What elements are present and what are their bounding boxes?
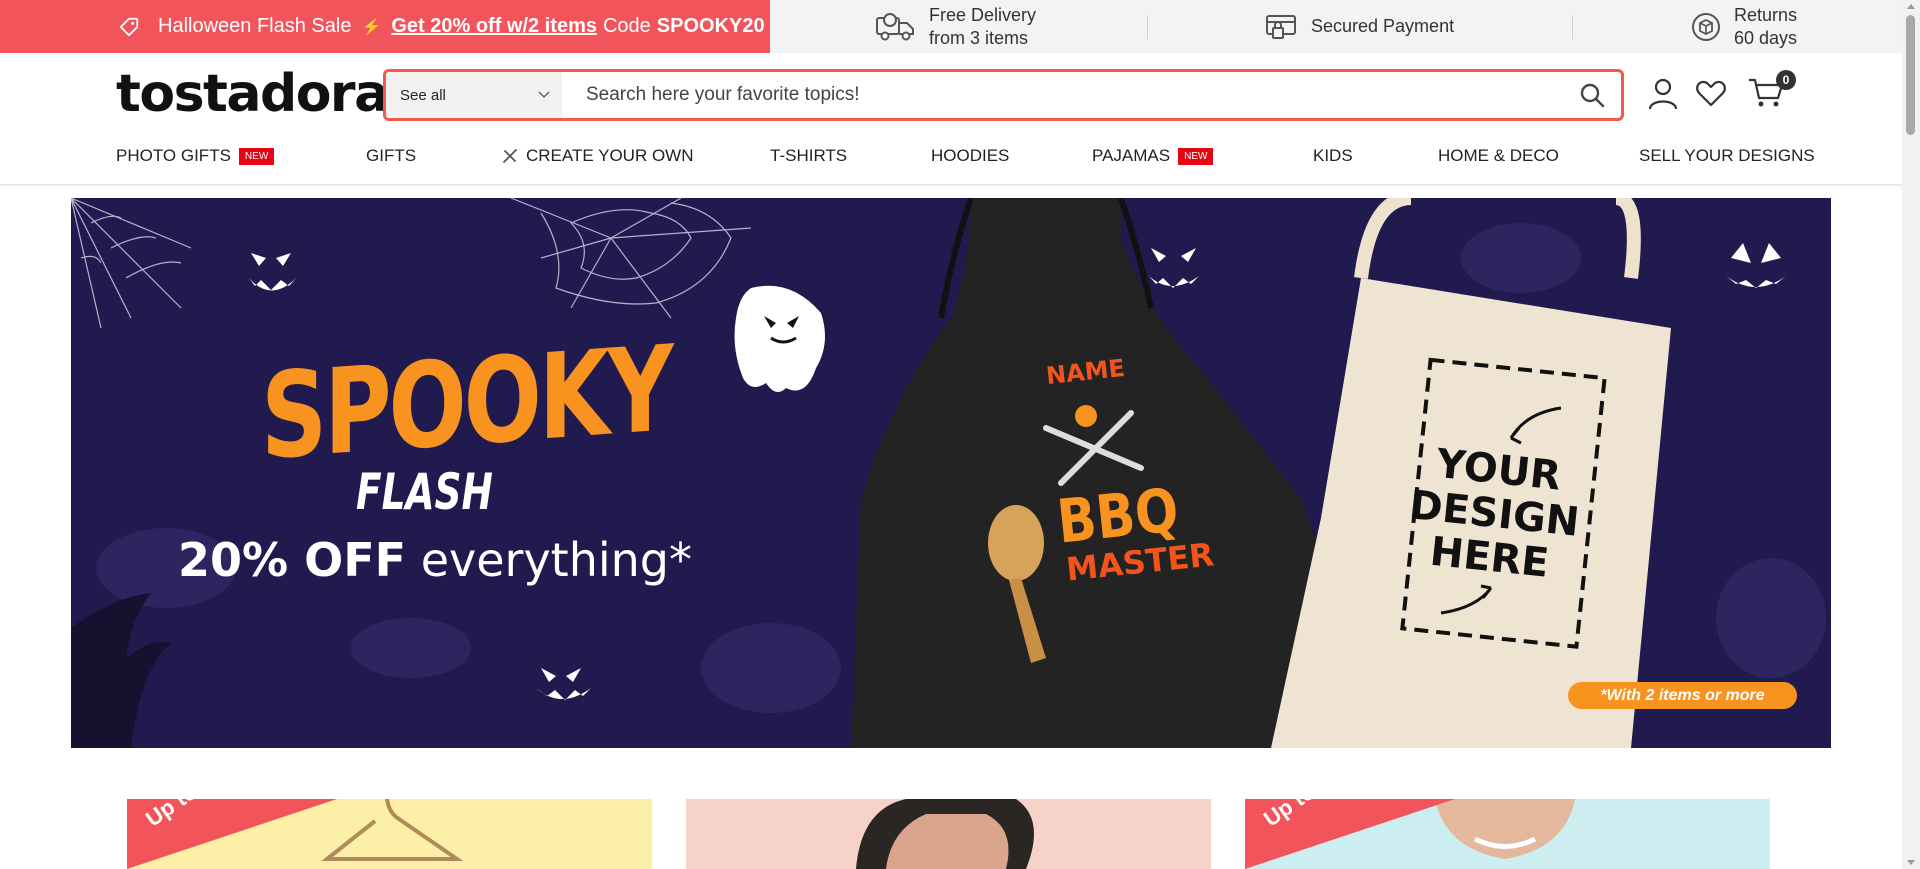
payment-label: Secured Payment — [1311, 16, 1455, 36]
divider — [1572, 15, 1573, 39]
delivery-line2: from 3 items — [929, 27, 1029, 48]
returns-line2: 60 days — [1734, 27, 1798, 48]
nav-label: CREATE YOUR OWN — [526, 146, 694, 165]
hero-banner[interactable]: SPOOKY FLASH 20% OFF everything* NAME BB… — [71, 198, 1831, 748]
nav-label: HOODIES — [931, 146, 1010, 165]
tote-design-text: YOUR DESIGN HERE — [1407, 440, 1582, 587]
tools-icon — [503, 149, 517, 163]
hero-title-line2: FLASH — [356, 463, 493, 521]
truck-icon — [876, 12, 914, 40]
secure-payment-icon — [1266, 14, 1296, 39]
scroll-up-arrow-icon[interactable] — [1907, 4, 1915, 9]
search-input[interactable] — [562, 72, 1563, 118]
nav-label: GIFTS — [366, 146, 417, 165]
benefit-payment: Secured Payment — [1265, 0, 1454, 53]
nav-item-home-deco[interactable]: HOME & DECO — [1438, 146, 1559, 166]
hero-subtitle-rest: everything* — [420, 533, 692, 587]
nav-label: T-SHIRTS — [770, 146, 848, 165]
returns-line1: Returns — [1734, 4, 1798, 25]
nav-label: HOME & DECO — [1438, 146, 1559, 165]
promo-link[interactable]: Get 20% off w/2 items — [391, 15, 597, 38]
search-bar: See all — [383, 69, 1624, 121]
nav-label: PAJAMAS — [1092, 146, 1171, 165]
new-badge: NEW — [238, 147, 275, 165]
search-button[interactable] — [1563, 72, 1621, 118]
promo-code: SPOOKY20 — [656, 15, 765, 37]
account-icon[interactable] — [1648, 77, 1678, 111]
tag-icon — [119, 17, 139, 37]
nav-item-kids[interactable]: KIDS — [1313, 146, 1353, 166]
hero-subtitle-bold: 20% OFF — [178, 533, 407, 587]
nav-item-gifts[interactable]: GIFTS — [366, 146, 416, 166]
nav-label: SELL YOUR DESIGNS — [1639, 146, 1815, 165]
divider — [1147, 15, 1148, 39]
lightning-icon: ⚡ — [361, 18, 382, 36]
nav-item-photo-gifts[interactable]: PHOTO GIFTS NEW — [116, 146, 275, 166]
hero-title-line1: SPOOKY — [261, 319, 671, 486]
hero-subtitle: 20% OFF everything* — [178, 533, 692, 587]
returns-icon — [1692, 12, 1720, 41]
benefit-delivery: Free Delivery from 3 items — [875, 0, 1036, 53]
category-card[interactable] — [686, 799, 1211, 869]
category-card[interactable]: Up to 30% — [127, 799, 652, 869]
nav-item-sell-your-designs[interactable]: SELL YOUR DESIGNS — [1639, 146, 1815, 166]
nav-item-pajamas[interactable]: PAJAMAS NEW — [1092, 146, 1214, 166]
nav-item-create-your-own[interactable]: CREATE YOUR OWN — [502, 146, 694, 166]
new-badge: NEW — [1178, 147, 1214, 165]
category-card[interactable]: Up to 30% — [1245, 799, 1770, 869]
cart-count-badge: 0 — [1776, 70, 1796, 90]
hero-footnote: *With 2 items or more — [1568, 682, 1797, 709]
nav-item-hoodies[interactable]: HOODIES — [931, 146, 1009, 166]
promo-label: Halloween Flash Sale — [158, 15, 352, 37]
nav-item-t-shirts[interactable]: T-SHIRTS — [770, 146, 847, 166]
promo-code-label: Code — [602, 15, 651, 37]
top-bar: Halloween Flash Sale ⚡ Get 20% off w/2 i… — [0, 0, 1902, 53]
promo-banner[interactable]: Halloween Flash Sale ⚡ Get 20% off w/2 i… — [0, 0, 770, 53]
benefit-returns: Returns 60 days — [1690, 0, 1797, 53]
scrollbar-thumb[interactable] — [1906, 15, 1915, 135]
nav-label: PHOTO GIFTS — [116, 146, 231, 165]
search-icon — [1580, 83, 1605, 108]
wishlist-heart-icon[interactable] — [1695, 77, 1727, 109]
nav-label: KIDS — [1313, 146, 1353, 165]
site-logo[interactable]: tostadora — [116, 64, 389, 124]
chevron-down-icon — [538, 91, 550, 99]
scroll-down-arrow-icon[interactable] — [1907, 860, 1915, 865]
search-category-select[interactable]: See all — [386, 72, 562, 118]
model-image — [856, 799, 1034, 869]
vertical-scrollbar[interactable] — [1902, 0, 1920, 869]
search-category-label: See all — [400, 86, 446, 104]
main-nav: PHOTO GIFTS NEW GIFTS CREATE YOUR OWN T-… — [0, 136, 1902, 185]
delivery-line1: Free Delivery — [929, 4, 1037, 25]
